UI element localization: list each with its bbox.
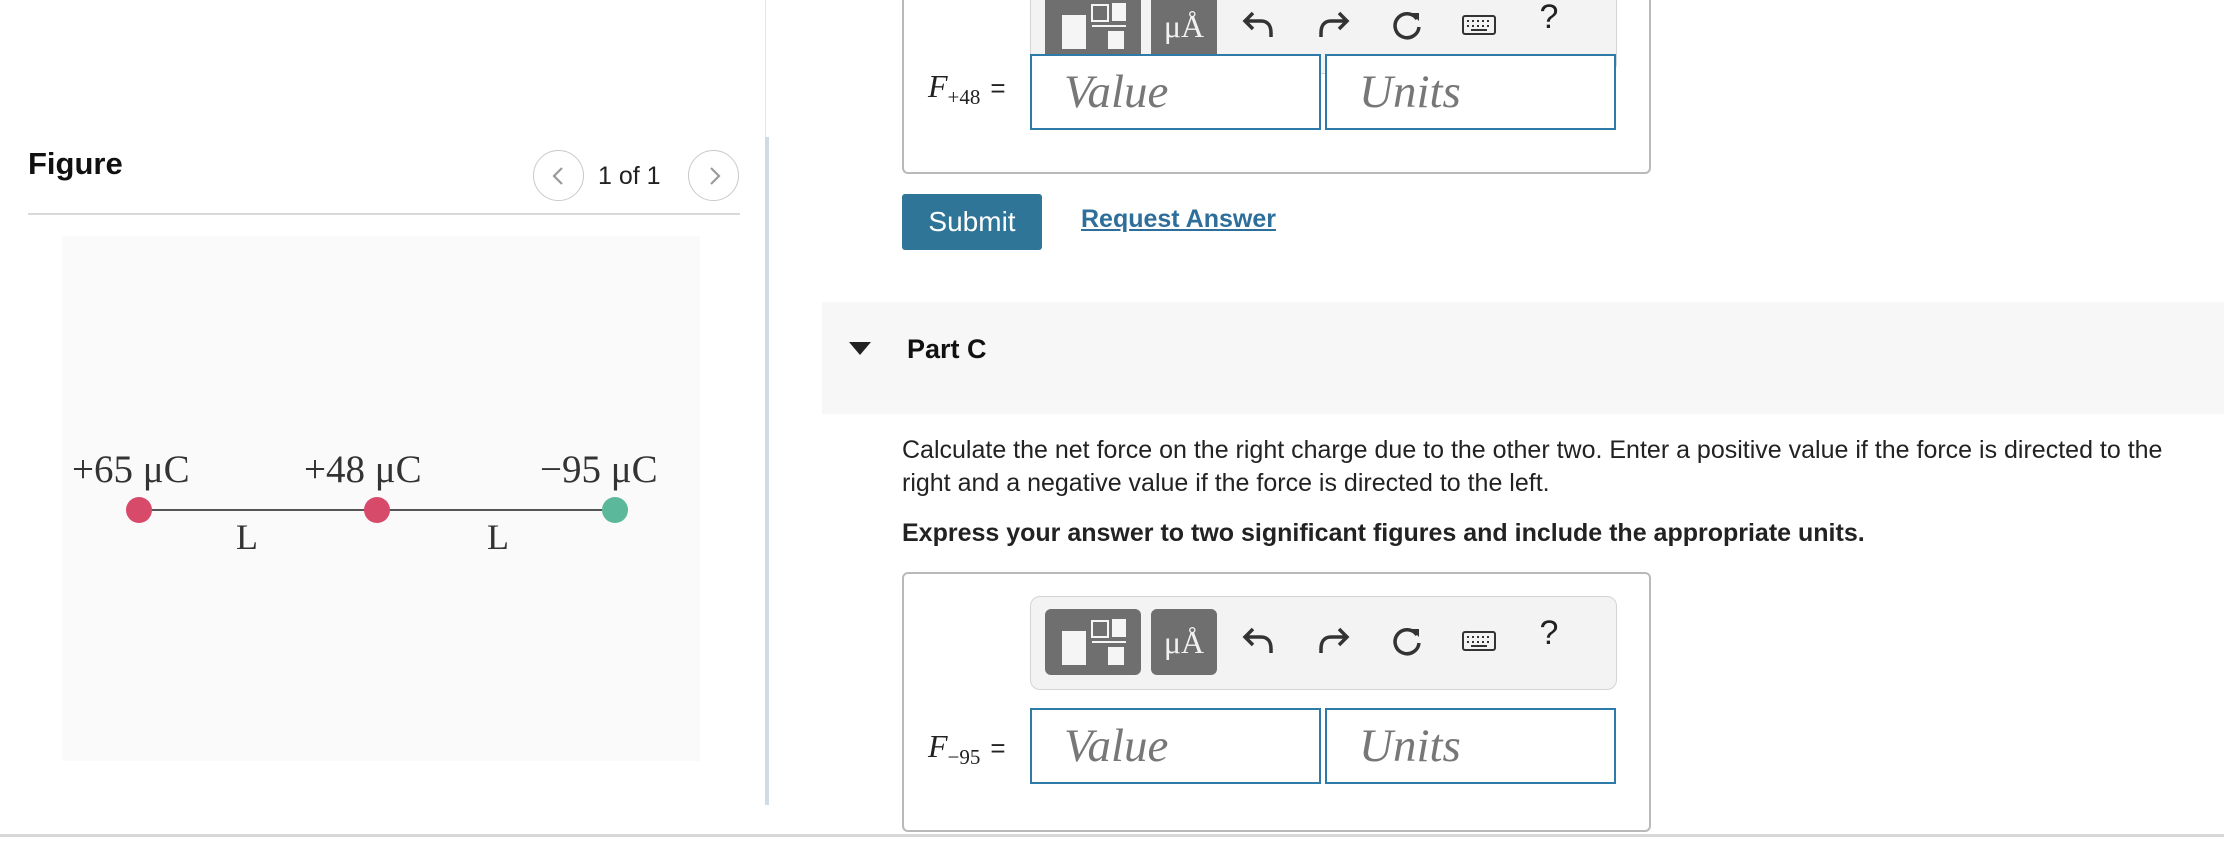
redo-icon <box>1319 11 1350 37</box>
part-c-header[interactable]: Part C <box>822 302 2224 414</box>
keyboard-button[interactable] <box>1459 3 1499 47</box>
caret-down-icon[interactable] <box>849 342 871 355</box>
units-button[interactable]: μÅ <box>1151 609 1217 675</box>
part-c-equals: = <box>990 733 1006 763</box>
help-button[interactable]: ? <box>1529 0 1569 39</box>
part-c-units-input[interactable]: Units <box>1325 708 1616 784</box>
part-c-answer-label: F−95 = <box>928 728 1006 770</box>
charge-label-left: +65 μC <box>72 448 190 491</box>
request-answer-link[interactable]: Request Answer <box>1081 205 1276 234</box>
part-b-answer-label: F+48 = <box>928 68 1006 110</box>
templates-icon <box>1062 3 1126 49</box>
part-c-answer-box: μÅ ? F−95 = Value Units <box>902 572 1651 832</box>
reset-icon <box>1393 11 1421 40</box>
redo-icon <box>1319 627 1350 653</box>
templates-icon <box>1062 619 1126 665</box>
charge-label-right: −95 μC <box>540 448 658 491</box>
part-b-answer-box: μÅ ? F+48 = Value Units <box>902 0 1651 174</box>
undo-button[interactable] <box>1239 619 1279 663</box>
part-c-math-toolbar: μÅ ? <box>1030 596 1617 690</box>
units-button-label: μÅ <box>1163 7 1205 44</box>
charge-label-middle: +48 μC <box>304 448 422 491</box>
reset-button[interactable] <box>1387 619 1427 663</box>
part-b-value-input[interactable]: Value <box>1030 54 1321 130</box>
part-b-units-input[interactable]: Units <box>1325 54 1616 130</box>
reset-icon <box>1393 627 1421 656</box>
undo-icon <box>1242 627 1273 653</box>
part-c-variable: F <box>928 728 948 764</box>
part-b-variable: F <box>928 68 948 104</box>
redo-button[interactable] <box>1313 619 1353 663</box>
previous-figure-button[interactable] <box>533 150 584 201</box>
part-b-subscript: +48 <box>947 85 981 109</box>
part-c-title: Part C <box>907 334 987 364</box>
figure-title: Figure <box>28 146 123 181</box>
figure-pager: 1 of 1 <box>598 162 661 190</box>
distance-label-left: L <box>236 517 258 557</box>
templates-button[interactable] <box>1045 609 1141 675</box>
charge-dot-right <box>602 497 628 523</box>
undo-icon <box>1242 11 1273 37</box>
reset-button[interactable] <box>1387 3 1427 47</box>
redo-button[interactable] <box>1313 3 1353 47</box>
pane-divider-top <box>765 0 769 137</box>
charge-dot-left <box>126 497 152 523</box>
part-c-prompt: Calculate the net force on the right cha… <box>902 436 2163 497</box>
help-button[interactable]: ? <box>1529 611 1569 655</box>
submit-button[interactable]: Submit <box>902 194 1042 250</box>
figure-divider <box>28 213 740 215</box>
keyboard-icon <box>1462 15 1496 35</box>
chevron-left-icon <box>551 166 563 185</box>
templates-button[interactable] <box>1045 0 1141 59</box>
part-b-equals: = <box>990 73 1006 103</box>
part-c-subscript: −95 <box>947 745 981 769</box>
footer-divider <box>0 834 2224 837</box>
part-c-instruction: Express your answer to two significant f… <box>902 519 1865 547</box>
chevron-right-icon <box>709 166 721 185</box>
next-figure-button[interactable] <box>688 150 739 201</box>
charge-dot-middle <box>364 497 390 523</box>
undo-button[interactable] <box>1239 3 1279 47</box>
units-button-label: μÅ <box>1163 623 1205 660</box>
units-button[interactable]: μÅ <box>1151 0 1217 59</box>
part-c-value-input[interactable]: Value <box>1030 708 1321 784</box>
distance-label-right: L <box>487 517 509 557</box>
figure-image: +65 μC +48 μC −95 μC L L <box>62 236 700 761</box>
keyboard-icon <box>1462 631 1496 651</box>
keyboard-button[interactable] <box>1459 619 1499 663</box>
